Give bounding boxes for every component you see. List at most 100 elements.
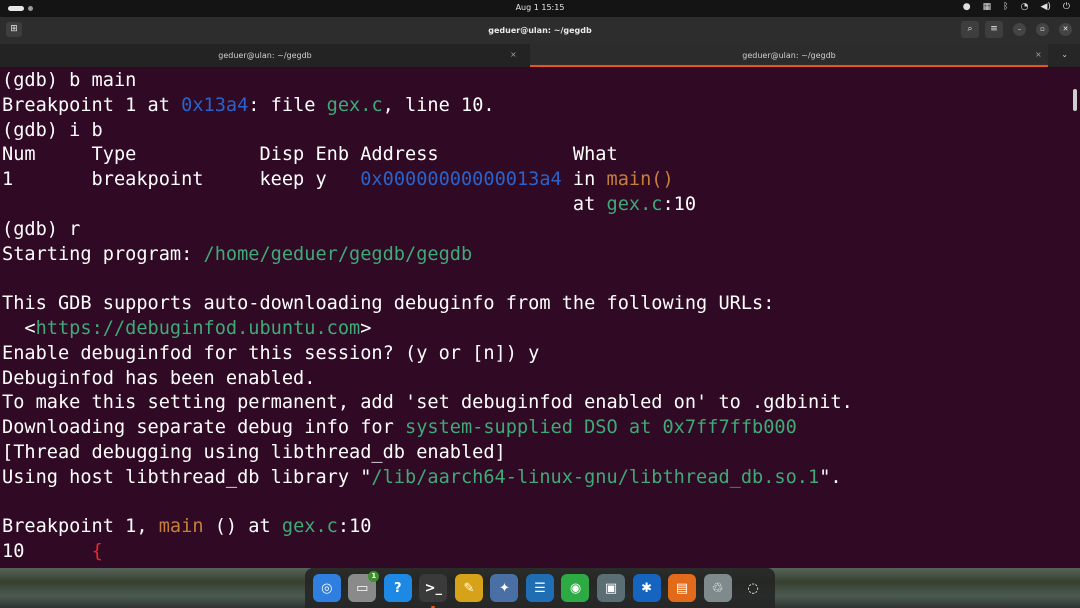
terminal-line: Starting program: /home/geduer/gegdb/geg…: [2, 243, 1080, 268]
terminal-segment: Downloading separate debug info for: [2, 417, 405, 439]
power-icon[interactable]: ⏻: [1063, 2, 1070, 12]
terminal-segment: :10: [337, 516, 372, 538]
tab-list-chevron-down-icon[interactable]: ⌄: [1061, 50, 1068, 59]
terminal-segment: gex.c: [326, 94, 383, 116]
terminal-segment: /home/geduer/gegdb/gegdb: [203, 243, 473, 265]
tab-bar: geduer@ulan: ~/gegdb × geduer@ulan: ~/ge…: [0, 44, 1080, 67]
terminal-segment: Breakpoint 1 at: [2, 94, 182, 116]
terminal-segment: To make this setting permanent, add 'set…: [2, 392, 853, 414]
close-icon: ✕: [1062, 25, 1069, 33]
keyboard-icon[interactable]: ▦: [983, 2, 992, 12]
menu-button[interactable]: ≡: [985, 21, 1003, 38]
close-tab-icon[interactable]: ×: [510, 50, 517, 59]
terminal-line: (gdb) r: [2, 218, 1080, 243]
tab-1[interactable]: geduer@ulan: ~/gegdb ×: [0, 44, 530, 67]
terminal-line: <https://debuginfod.ubuntu.com>: [2, 317, 1080, 342]
clock[interactable]: Aug 1 15:15: [0, 3, 1080, 12]
terminal-segment: :10: [662, 193, 697, 215]
close-tab-icon[interactable]: ×: [1035, 50, 1042, 59]
terminal-line: Enable debuginfod for this session? (y o…: [2, 342, 1080, 367]
terminal-segment: Enable debuginfod for this session? (y o…: [2, 342, 540, 364]
tab-2[interactable]: geduer@ulan: ~/gegdb ×: [530, 44, 1048, 67]
terminal-text: (gdb) b main Breakpoint 1 at 0x13a4: file…: [0, 67, 1080, 568]
terminal-segment: 1 breakpoint keep y: [2, 169, 361, 191]
terminal-segment: Num Type Disp Enb Address What: [2, 144, 618, 166]
terminal-segment: () at: [203, 516, 282, 538]
maximize-button[interactable]: ▫: [1036, 23, 1049, 36]
terminal-line: ​: [2, 267, 1080, 292]
tab-label: geduer@ulan: ~/gegdb: [218, 51, 312, 60]
terminal-line: Breakpoint 1, main () at gex.c:10: [2, 515, 1080, 540]
show-apps-icon[interactable]: ◌: [739, 574, 767, 602]
terminal-segment: ".: [819, 466, 842, 488]
hamburger-icon: ≡: [990, 24, 998, 34]
terminal-segment: Breakpoint 1,: [2, 516, 159, 538]
terminal-segment: 0x13a4: [181, 94, 249, 116]
terminal-segment: /lib/aarch64-linux-gnu/libthread_db.so.1: [371, 466, 820, 488]
terminal-segment: Starting program:: [2, 243, 204, 265]
terminal-segment: : file: [248, 94, 327, 116]
terminal-segment: Using host libthread_db library ": [2, 466, 372, 488]
presentation-icon[interactable]: ▤: [668, 574, 697, 602]
bluetooth-tray-icon[interactable]: ᛒ: [1003, 2, 1008, 12]
wechat-tray-icon[interactable]: ●: [963, 2, 971, 12]
terminal-titlebar: ⊞ geduer@ulan: ~/gegdb ⌕ ≡ – ▫ ✕: [0, 17, 1080, 44]
terminal-segment: in: [561, 169, 607, 191]
terminal-line: ​: [2, 491, 1080, 516]
terminal-segment: Debuginfod has been enabled.: [2, 367, 316, 389]
network-icon[interactable]: ◔: [1021, 2, 1029, 12]
trash-icon[interactable]: ♲: [703, 574, 732, 602]
terminal-segment: main(): [606, 169, 674, 191]
terminal-segment: 10: [2, 541, 92, 563]
bluetooth-icon[interactable]: ✱: [632, 574, 661, 602]
terminal-line: [Thread debugging using libthread_db ena…: [2, 441, 1080, 466]
text-editor-icon[interactable]: ✎: [454, 574, 483, 602]
volume-icon[interactable]: ◀): [1040, 2, 1050, 12]
terminal-line: Breakpoint 1 at 0x13a4: file gex.c, line…: [2, 94, 1080, 119]
files-icon[interactable]: ▭ 1: [348, 571, 380, 602]
scrollbar[interactable]: [1073, 89, 1077, 111]
terminal-line: (gdb) b main: [2, 69, 1080, 94]
terminal-segment: (gdb) b main: [2, 70, 137, 91]
minimize-button[interactable]: –: [1013, 23, 1026, 36]
system-top-bar: Aug 1 15:15 ● ▦ ᛒ ◔ ◀) ⏻: [0, 0, 1080, 17]
terminal-segment: <: [2, 317, 36, 339]
chromium-icon[interactable]: ◎: [312, 574, 341, 602]
terminal-line: This GDB supports auto-downloading debug…: [2, 292, 1080, 317]
terminal-segment: 0x00000000000013a4: [360, 169, 562, 191]
terminal-line: Num Type Disp Enb Address What: [2, 143, 1080, 168]
document-viewer-icon[interactable]: ☰: [525, 574, 554, 602]
terminal-line: To make this setting permanent, add 'set…: [2, 391, 1080, 416]
terminal-line: (gdb) i b: [2, 119, 1080, 144]
terminal-segment: This GDB supports auto-downloading debug…: [2, 293, 775, 315]
notification-badge: 1: [368, 571, 380, 582]
dock: ◎ ▭ 1? >_ ✎ ✦ ☰ ◉ ▣ ✱ ▤ ♲ ◌: [305, 568, 775, 608]
terminal-segment: at: [2, 193, 607, 215]
system-tray[interactable]: ● ▦ ᛒ ◔ ◀) ⏻: [963, 2, 1070, 12]
window-title: geduer@ulan: ~/gegdb: [488, 26, 592, 35]
tab-label: geduer@ulan: ~/gegdb: [742, 51, 836, 60]
wechat-icon[interactable]: ◉: [561, 574, 590, 602]
terminal-output[interactable]: (gdb) b main Breakpoint 1 at 0x13a4: file…: [0, 67, 1080, 568]
terminal-segment: {: [91, 541, 103, 563]
terminal-segment: [Thread debugging using libthread_db ena…: [2, 441, 506, 463]
maximize-icon: ▫: [1040, 25, 1045, 33]
inkscape-icon[interactable]: ✦: [490, 574, 519, 602]
terminal-line: 10 {: [2, 540, 1080, 565]
terminal-line: Downloading separate debug info for syst…: [2, 416, 1080, 441]
search-button[interactable]: ⌕: [961, 21, 979, 38]
terminal-line: 1 breakpoint keep y 0x00000000000013a4 i…: [2, 168, 1080, 193]
image-viewer-icon[interactable]: ▣: [597, 574, 626, 602]
terminal-segment: (gdb) r: [2, 218, 81, 240]
terminal-icon[interactable]: >_: [419, 574, 448, 608]
terminal-segment: >: [360, 317, 372, 339]
close-window-button[interactable]: ✕: [1059, 23, 1072, 36]
terminal-segment: system-supplied DSO at 0x7ff7ffb000: [405, 417, 797, 439]
terminal-segment: https://debuginfod.ubuntu.com: [35, 317, 361, 339]
terminal-line: Using host libthread_db library "/lib/aa…: [2, 466, 1080, 491]
terminal-segment: main: [158, 516, 204, 538]
minimize-icon: –: [1017, 25, 1022, 33]
help-icon[interactable]: ?: [383, 574, 412, 602]
terminal-segment: gex.c: [281, 516, 338, 538]
terminal-line: Debuginfod has been enabled.: [2, 367, 1080, 392]
